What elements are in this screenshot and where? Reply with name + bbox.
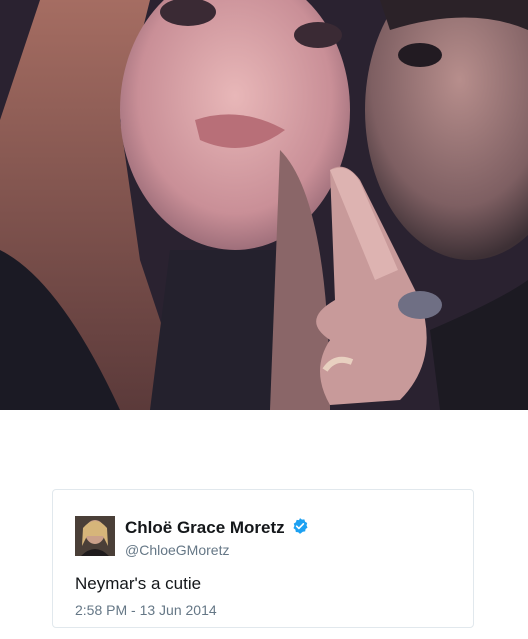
avatar-image <box>75 516 115 556</box>
tweet-timestamp[interactable]: 2:58 PM - 13 Jun 2014 <box>75 602 217 618</box>
embedded-photo <box>0 0 528 410</box>
embedded-tweet-card[interactable]: Chloë Grace Moretz @ChloeGMoretz Neymar'… <box>52 489 474 628</box>
tweet-text: Neymar's a cutie <box>75 574 202 593</box>
avatar[interactable] <box>75 516 115 556</box>
author-display-name[interactable]: Chloë Grace Moretz <box>125 518 285 538</box>
verified-badge-icon <box>291 517 309 540</box>
author-handle[interactable]: @ChloeGMoretz <box>125 542 229 558</box>
photo-artwork <box>0 0 528 410</box>
author-name-row: Chloë Grace Moretz <box>125 517 309 540</box>
